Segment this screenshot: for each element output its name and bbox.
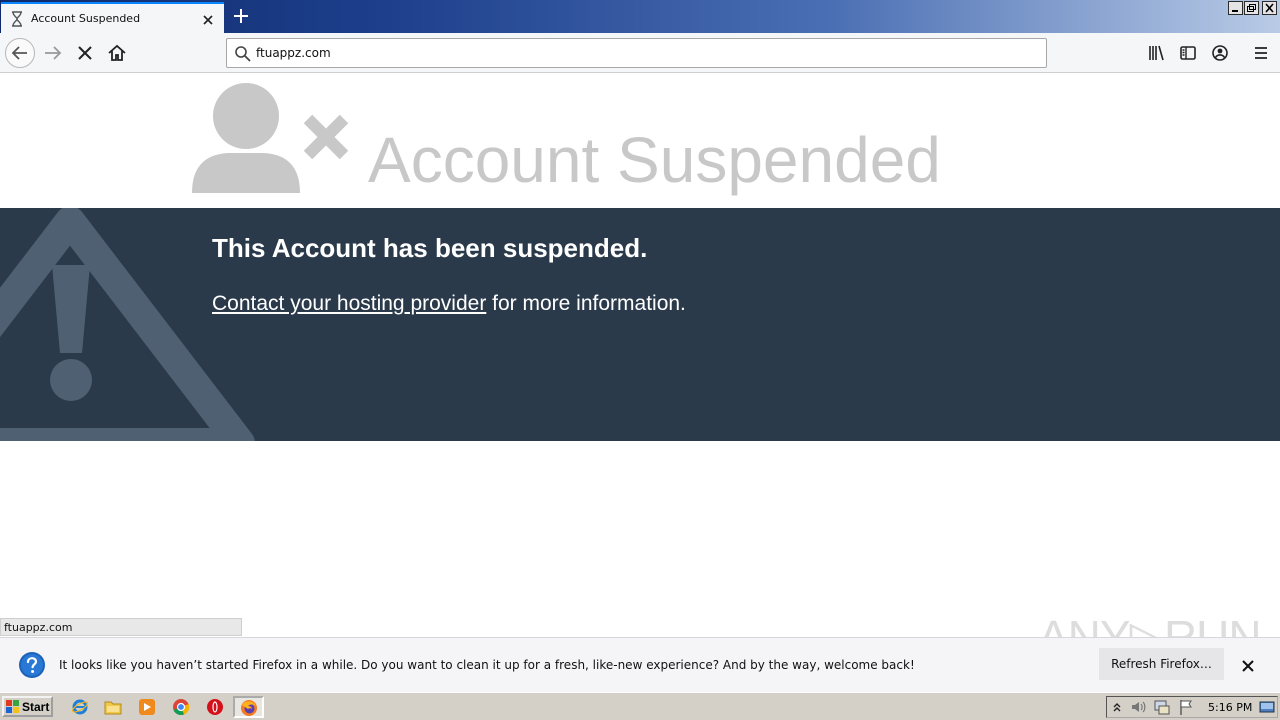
stop-button[interactable] (70, 38, 100, 68)
home-button[interactable] (102, 38, 132, 68)
media-player-icon[interactable] (138, 698, 156, 716)
network-icon[interactable] (1153, 698, 1171, 716)
suspension-banner: This Account has been suspended. Contact… (0, 208, 1280, 441)
sidebar-button[interactable] (1173, 38, 1203, 68)
start-label: Start (22, 700, 50, 714)
notification-message: It looks like you haven’t started Firefo… (59, 658, 915, 672)
new-tab-plus-icon[interactable] (231, 6, 251, 26)
search-icon (234, 45, 252, 63)
tab-account-suspended[interactable]: Account Suspended (1, 2, 224, 33)
show-desktop-icon[interactable] (1258, 698, 1276, 716)
refresh-firefox-button[interactable]: Refresh Firefox… (1099, 648, 1224, 680)
page-content: Account Suspended This Account has been … (0, 73, 1280, 636)
tab-title: Account Suspended (31, 12, 141, 25)
question-icon (18, 651, 46, 679)
taskbar-clock: 5:16 PM (1208, 701, 1253, 714)
internet-explorer-icon[interactable] (71, 698, 89, 716)
tab-close-icon[interactable] (200, 12, 216, 28)
back-button[interactable] (5, 38, 35, 68)
status-url-bar: ftuappz.com (0, 618, 242, 636)
start-button[interactable]: Start (2, 696, 53, 717)
contact-line-rest: for more information. (486, 292, 686, 315)
close-notification-icon[interactable] (1241, 659, 1255, 673)
action-center-flag-icon[interactable] (1177, 698, 1195, 716)
account-button[interactable] (1205, 38, 1235, 68)
restore-button[interactable] (1244, 1, 1259, 15)
volume-icon[interactable] (1129, 698, 1147, 716)
title-bar: Account Suspended (0, 0, 1280, 33)
suspension-title: This Account has been suspended. (212, 233, 648, 263)
user-suspended-icon (190, 81, 352, 195)
tray-expand-icon[interactable] (1110, 698, 1128, 716)
chrome-icon[interactable] (172, 698, 190, 716)
library-button[interactable] (1141, 38, 1171, 68)
taskbar: Start 5:16 PM (0, 692, 1280, 720)
contact-line: Contact your hosting provider for more i… (212, 292, 686, 316)
refresh-notification-bar: It looks like you haven’t started Firefo… (0, 637, 1280, 692)
page-headline: Account Suspended (368, 124, 941, 196)
contact-hosting-link[interactable]: Contact your hosting provider (212, 292, 486, 315)
menu-button[interactable] (1246, 38, 1276, 68)
file-explorer-icon[interactable] (104, 698, 122, 716)
forward-button[interactable] (38, 38, 68, 68)
firefox-taskbar-button[interactable] (233, 696, 264, 718)
address-bar[interactable]: ftuappz.com (226, 38, 1047, 68)
close-window-button[interactable] (1262, 1, 1277, 15)
hourglass-icon (10, 11, 24, 27)
opera-icon[interactable] (206, 698, 224, 716)
navigation-toolbar: ftuappz.com (0, 33, 1280, 73)
minimize-button[interactable] (1228, 1, 1243, 15)
firefox-icon (240, 699, 258, 717)
url-text[interactable]: ftuappz.com (256, 46, 331, 60)
